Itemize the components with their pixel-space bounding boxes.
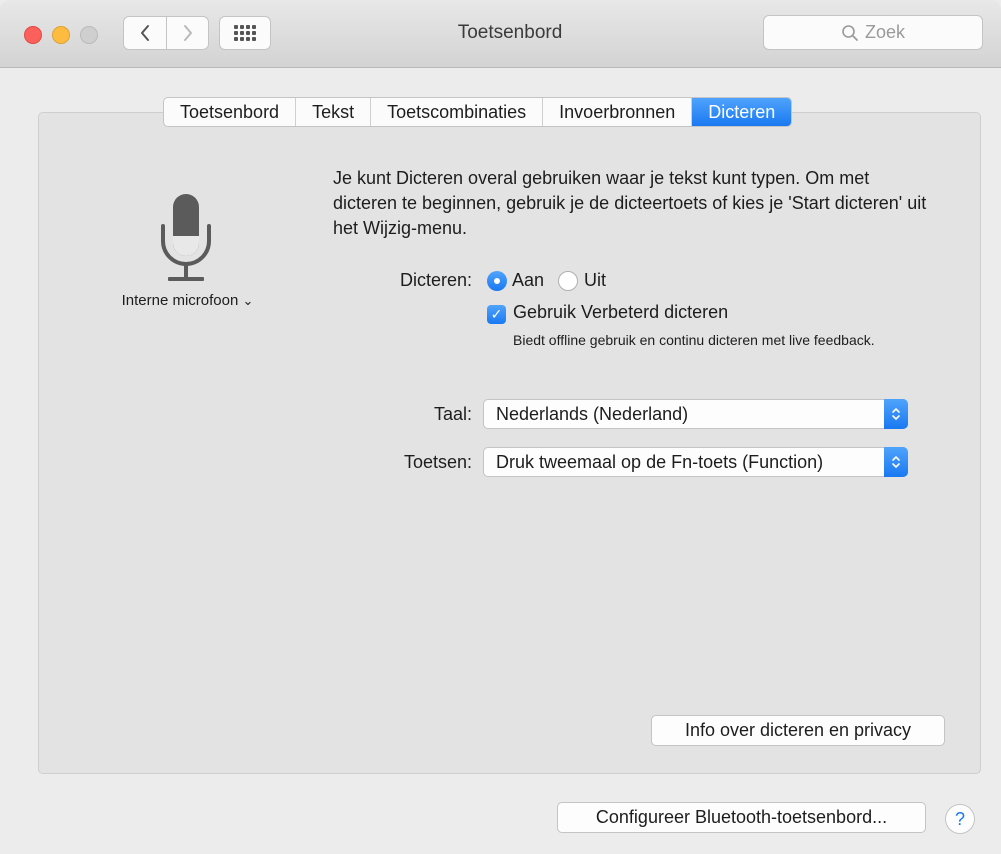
stepper-arrows-icon [884, 447, 908, 477]
grid-icon [234, 25, 256, 41]
tab-invoerbronnen[interactable]: Invoerbronnen [543, 98, 693, 126]
microphone-label: Interne microfoon [121, 292, 239, 309]
privacy-info-button[interactable]: Info over dicteren en privacy [651, 715, 945, 746]
enhanced-dictation-checkbox[interactable]: ✓ [487, 305, 506, 324]
shortcut-select[interactable]: Druk tweemaal op de Fn-toets (Function) [483, 447, 908, 477]
chevron-down-icon: ⌄ [242, 293, 254, 308]
dictation-label: Dicteren: [399, 270, 472, 290]
tab-toetsenbord[interactable]: Toetsenbord [164, 98, 297, 126]
chevron-left-icon [141, 25, 149, 41]
dictation-on-label[interactable]: Aan [512, 270, 544, 291]
help-button[interactable]: ? [945, 804, 975, 834]
tab-dicteren[interactable]: Dicteren [692, 98, 792, 126]
show-all-button[interactable] [219, 16, 271, 50]
microphone-icon [161, 194, 211, 281]
minimize-window-button[interactable] [52, 26, 70, 44]
dictation-description: Je kunt Dicteren overal gebruiken waar j… [333, 168, 927, 238]
language-value: Nederlands (Nederland) [496, 403, 689, 424]
chevron-right-icon [183, 25, 192, 41]
window-title: Toetsenbord [457, 22, 563, 43]
dictation-off-label[interactable]: Uit [584, 270, 606, 291]
dictation-off-radio[interactable] [558, 271, 578, 291]
tab-tekst[interactable]: Tekst [296, 98, 372, 126]
close-window-button[interactable] [24, 26, 42, 44]
title-bar: Toetsenbord Zoek [0, 0, 1001, 68]
configure-bluetooth-keyboard-button[interactable]: Configureer Bluetooth-toetsenbord... [557, 802, 926, 833]
search-placeholder: Zoek [864, 22, 906, 42]
language-label: Taal: [433, 404, 472, 424]
help-icon: ? [954, 808, 965, 829]
dictation-on-radio[interactable] [487, 271, 507, 291]
tab-toetscombinaties[interactable]: Toetscombinaties [371, 98, 544, 126]
back-button[interactable] [123, 16, 167, 50]
enhanced-dictation-description: Biedt offline gebruik en continu dictere… [513, 332, 875, 348]
enhanced-dictation-label[interactable]: Gebruik Verbeterd dicteren [513, 302, 728, 323]
preferences-window: Toetsenbord Zoek Toetsenbord Tekst Toets… [0, 0, 1001, 854]
tab-bar: Toetsenbord Tekst Toetscombinaties Invoe… [163, 97, 793, 127]
checkmark-icon: ✓ [490, 306, 503, 322]
forward-button[interactable] [166, 16, 209, 50]
shortcut-label: Toetsen: [403, 452, 472, 472]
language-select[interactable]: Nederlands (Nederland) [483, 399, 908, 429]
search-input[interactable]: Zoek [763, 15, 983, 50]
zoom-window-button[interactable] [80, 26, 98, 44]
search-icon [842, 24, 858, 41]
microphone-selector[interactable]: Interne microfoon ⌄ [100, 292, 275, 309]
stepper-arrows-icon [884, 399, 908, 429]
shortcut-value: Druk tweemaal op de Fn-toets (Function) [496, 451, 824, 472]
